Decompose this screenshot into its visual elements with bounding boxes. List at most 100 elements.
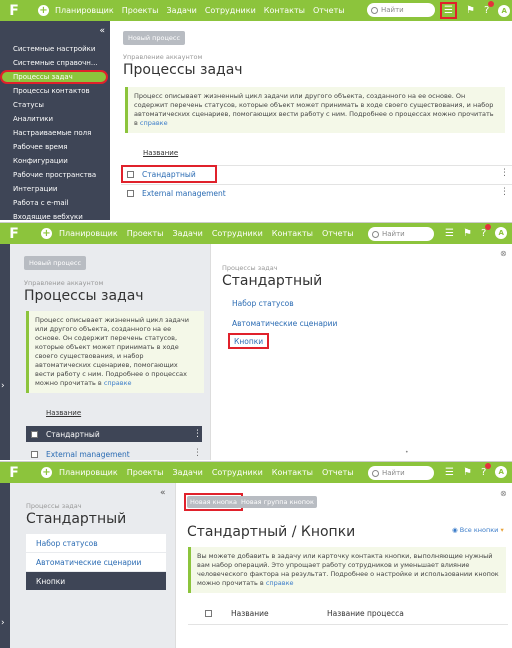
more-icon[interactable]: ⋮ bbox=[193, 429, 202, 439]
help-icon[interactable]: ? bbox=[481, 223, 492, 239]
logo[interactable]: F bbox=[0, 0, 28, 21]
rocket-icon[interactable]: ⚑ bbox=[463, 228, 472, 239]
nav-reports[interactable]: Отчеты bbox=[313, 6, 345, 15]
nav-contacts[interactable]: Контакты bbox=[272, 229, 313, 238]
search-input[interactable]: Найти bbox=[368, 227, 434, 241]
table-row[interactable]: Стандартный bbox=[26, 426, 202, 442]
sidebar-item-webhooks[interactable]: Входящие вебхуки bbox=[0, 210, 110, 220]
menu-icon[interactable]: ☰ bbox=[445, 228, 454, 239]
nav-planner[interactable]: Планировщик bbox=[55, 6, 114, 15]
page-title: Процессы задач bbox=[123, 62, 243, 78]
column-header-name[interactable]: Название bbox=[46, 409, 81, 417]
nav-contacts[interactable]: Контакты bbox=[264, 6, 305, 15]
search-input[interactable]: Найти bbox=[368, 466, 434, 480]
nav-planner[interactable]: Планировщик bbox=[59, 468, 118, 477]
table-row[interactable]: Стандартный bbox=[121, 165, 217, 183]
sidebar-item-workspaces[interactable]: Рабочие пространства bbox=[0, 168, 110, 182]
column-header-process[interactable]: Название процесса bbox=[327, 609, 404, 618]
add-icon[interactable]: + bbox=[41, 228, 52, 239]
all-buttons-dropdown[interactable]: ◉ Все кнопки ▾ bbox=[452, 526, 504, 534]
more-icon[interactable]: ⋮ bbox=[193, 448, 202, 458]
sidebar-item-system-settings[interactable]: Системные настройки bbox=[0, 42, 110, 56]
nav-planner[interactable]: Планировщик bbox=[59, 229, 118, 238]
nav-employees[interactable]: Сотрудники bbox=[212, 229, 263, 238]
nav-employees[interactable]: Сотрудники bbox=[212, 468, 263, 477]
link-buttons[interactable]: Кнопки bbox=[26, 572, 166, 590]
row-checkbox[interactable] bbox=[127, 189, 134, 197]
new-process-button[interactable]: Новый процесс bbox=[24, 256, 87, 270]
nav-tasks[interactable]: Задачи bbox=[172, 468, 202, 477]
expand-icon[interactable]: › bbox=[1, 381, 5, 391]
row-checkbox[interactable] bbox=[31, 430, 38, 438]
main-nav: Планировщик Проекты Задачи Сотрудники Ко… bbox=[59, 229, 362, 238]
close-icon[interactable]: ⊗ bbox=[500, 489, 507, 498]
link-auto-scenarios[interactable]: Автоматические сценарии bbox=[26, 553, 166, 571]
expand-icon[interactable]: › bbox=[1, 618, 5, 628]
nav-tasks[interactable]: Задачи bbox=[166, 6, 196, 15]
search-icon bbox=[371, 6, 378, 14]
sidebar-item-contact-processes[interactable]: Процессы контактов bbox=[0, 84, 110, 98]
row-checkbox[interactable] bbox=[127, 170, 134, 178]
sidebar-item-email[interactable]: Работа с e-mail bbox=[0, 196, 110, 210]
right-title: Стандартный bbox=[222, 273, 323, 289]
avatar[interactable]: A bbox=[495, 227, 508, 239]
column-header-name[interactable]: Название bbox=[231, 609, 269, 618]
rocket-icon[interactable]: ⚑ bbox=[463, 467, 472, 478]
collapse-icon[interactable]: « bbox=[0, 21, 110, 36]
nav-projects[interactable]: Проекты bbox=[127, 468, 164, 477]
new-button-button[interactable]: Новая кнопка bbox=[187, 496, 240, 508]
table-row[interactable]: External management bbox=[127, 186, 226, 200]
top-bar: F + Планировщик Проекты Задачи Сотрудник… bbox=[0, 0, 512, 21]
sidebar-item-statuses[interactable]: Статусы bbox=[0, 98, 110, 112]
help-icon[interactable]: ? bbox=[481, 462, 492, 478]
avatar[interactable]: A bbox=[495, 466, 508, 478]
panel-3: F + Планировщик Проекты Задачи Сотрудник… bbox=[0, 461, 512, 648]
link-status-set[interactable]: Набор статусов bbox=[26, 534, 166, 552]
sidebar: « Системные настройки Системные справочн… bbox=[0, 21, 110, 220]
nav-contacts[interactable]: Контакты bbox=[272, 468, 313, 477]
menu-button[interactable]: ☰ bbox=[440, 2, 457, 19]
menu-icon[interactable]: ☰ bbox=[445, 467, 454, 478]
collapse-icon[interactable]: « bbox=[160, 488, 166, 498]
sidebar-item-custom-fields[interactable]: Настраиваемые поля bbox=[0, 126, 110, 140]
more-icon[interactable]: ⋮ bbox=[500, 187, 509, 197]
nav-projects[interactable]: Проекты bbox=[127, 229, 164, 238]
help-link[interactable]: справке bbox=[140, 119, 168, 127]
link-auto-scenarios[interactable]: Автоматические сценарии bbox=[232, 319, 337, 328]
help-link[interactable]: справке bbox=[104, 379, 132, 387]
sidebar-item-system-dictionaries[interactable]: Системные справочн... bbox=[0, 56, 110, 70]
sidebar-item-configurations[interactable]: Конфигурации bbox=[0, 154, 110, 168]
menu-icon: ☰ bbox=[444, 5, 453, 16]
nav-reports[interactable]: Отчеты bbox=[322, 229, 354, 238]
sidebar-item-integrations[interactable]: Интеграции bbox=[0, 182, 110, 196]
logo[interactable]: F bbox=[0, 462, 28, 483]
nav-employees[interactable]: Сотрудники bbox=[205, 6, 256, 15]
avatar[interactable]: A bbox=[498, 4, 511, 17]
search-input[interactable]: Найти bbox=[367, 3, 435, 17]
main-nav: Планировщик Проекты Задачи Сотрудники Ко… bbox=[59, 468, 362, 477]
link-status-set[interactable]: Набор статусов bbox=[232, 299, 294, 308]
add-icon[interactable]: + bbox=[41, 467, 52, 478]
new-process-button[interactable]: Новый процесс bbox=[123, 31, 186, 45]
link-buttons[interactable]: Кнопки bbox=[228, 333, 270, 349]
row-checkbox[interactable] bbox=[31, 450, 38, 458]
logo[interactable]: F bbox=[0, 223, 28, 244]
help-icon[interactable]: ? bbox=[484, 1, 495, 16]
nav-reports[interactable]: Отчеты bbox=[322, 468, 354, 477]
rocket-icon[interactable]: ⚑ bbox=[466, 5, 475, 16]
sidebar-item-analytics[interactable]: Аналитики bbox=[0, 112, 110, 126]
nav-tasks[interactable]: Задачи bbox=[172, 229, 202, 238]
nav-projects[interactable]: Проекты bbox=[122, 6, 159, 15]
help-link[interactable]: справке bbox=[266, 579, 294, 587]
scroll-dot: • bbox=[405, 449, 409, 456]
main-nav: Планировщик Проекты Задачи Сотрудники Ко… bbox=[55, 6, 353, 15]
sidebar-item-work-time[interactable]: Рабочее время bbox=[0, 140, 110, 154]
new-button-group-button[interactable]: Новая группа кнопок bbox=[238, 496, 317, 508]
table-row[interactable]: External management bbox=[31, 447, 130, 460]
close-icon[interactable]: ⊗ bbox=[500, 249, 507, 258]
more-icon[interactable]: ⋮ bbox=[500, 168, 509, 178]
select-all-checkbox[interactable] bbox=[205, 610, 212, 617]
column-header-name[interactable]: Название bbox=[143, 149, 178, 157]
add-icon[interactable]: + bbox=[38, 5, 49, 16]
sidebar-item-task-processes[interactable]: Процессы задач bbox=[0, 70, 108, 84]
